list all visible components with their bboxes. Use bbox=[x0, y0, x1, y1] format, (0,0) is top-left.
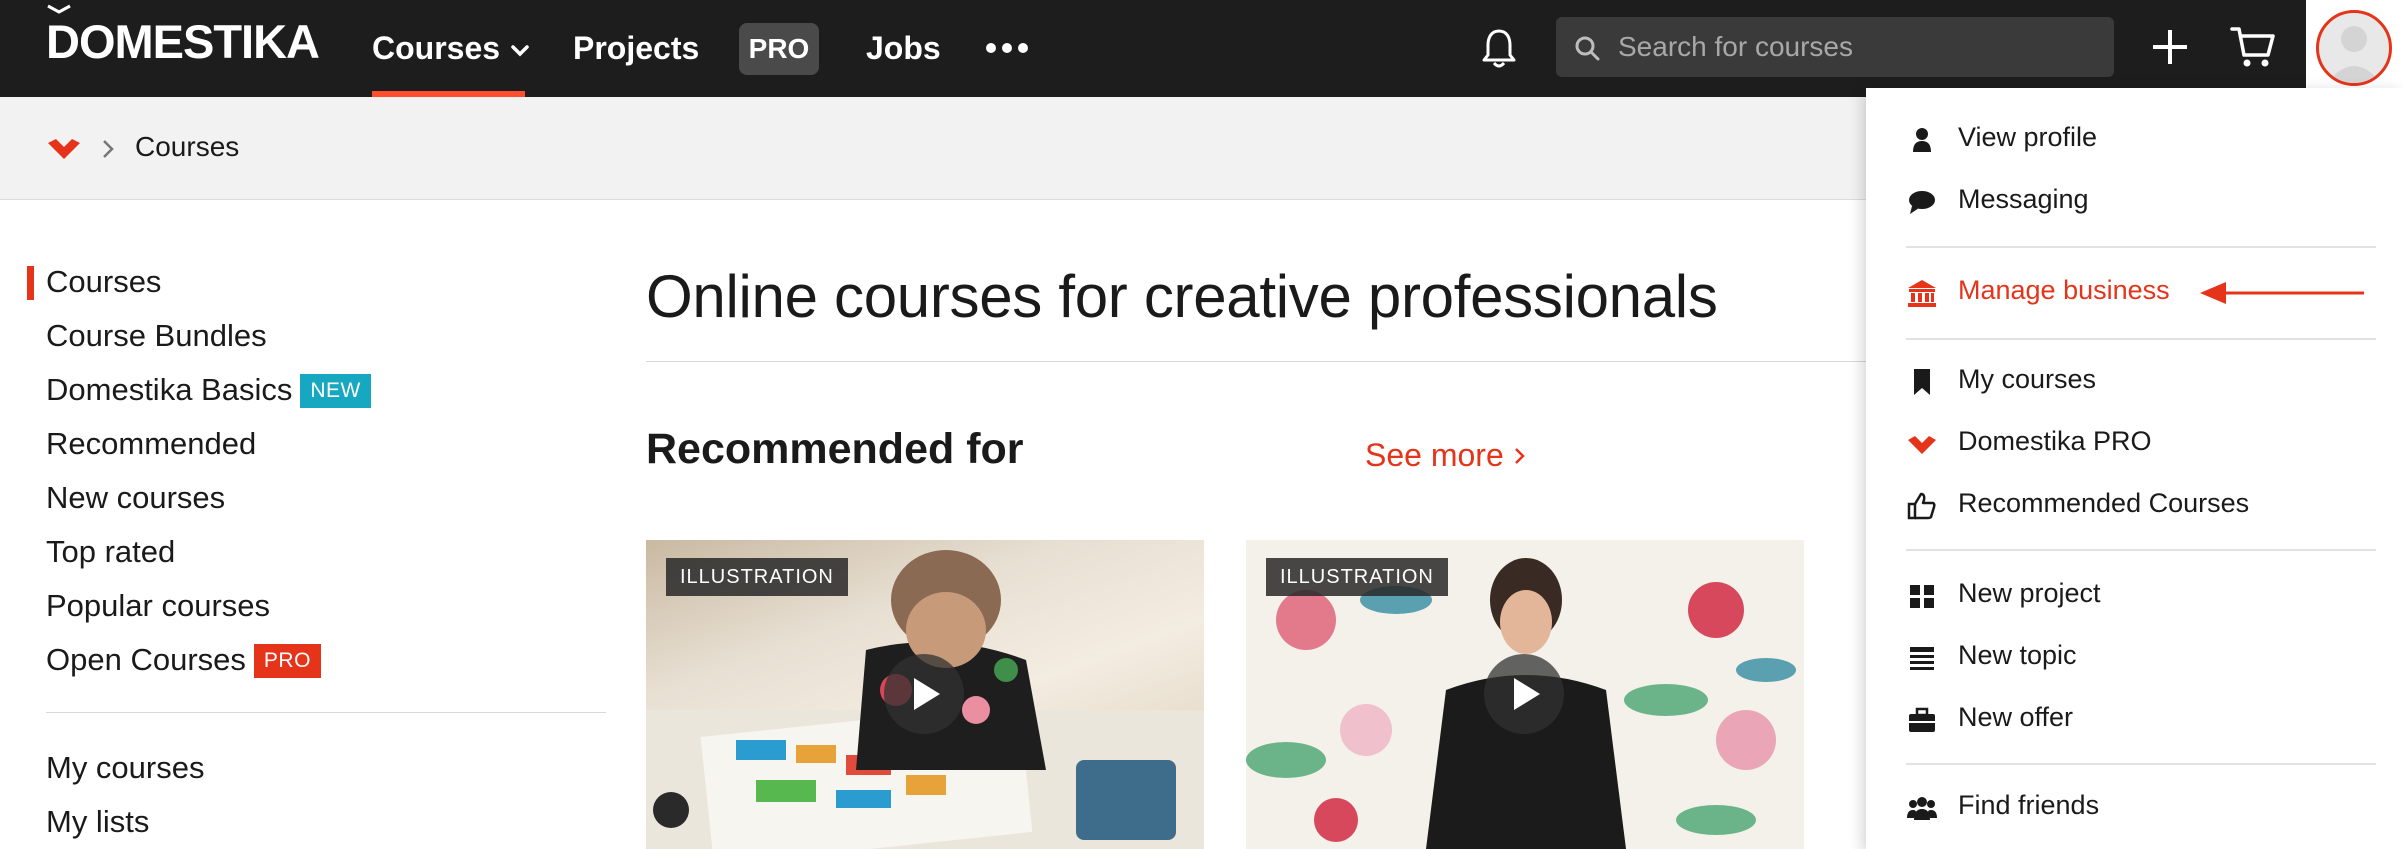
menu-item-label: Recommended Courses bbox=[1958, 488, 2250, 518]
search-bar[interactable] bbox=[1556, 17, 2114, 77]
menu-item-domestika-pro[interactable]: Domestika PRO bbox=[1866, 414, 2403, 474]
sidebar-item-my-courses[interactable]: My courses bbox=[46, 750, 204, 786]
sidebar-item-open-courses[interactable]: Open Courses PRO bbox=[46, 642, 321, 678]
topic-icon bbox=[1910, 647, 1934, 670]
menu-item-label: Manage business bbox=[1958, 275, 2170, 305]
user-icon bbox=[1913, 128, 1931, 152]
title-divider bbox=[646, 361, 1866, 362]
nav-jobs[interactable]: Jobs bbox=[866, 0, 941, 97]
breadcrumb-current[interactable]: Courses bbox=[135, 131, 239, 163]
play-button[interactable] bbox=[1484, 654, 1564, 734]
bank-icon bbox=[1908, 280, 1936, 307]
sidebar-item-courses[interactable]: Courses bbox=[46, 264, 161, 300]
nav-projects[interactable]: Projects bbox=[573, 0, 699, 97]
new-badge: NEW bbox=[300, 374, 371, 408]
logo-accent-icon bbox=[47, 4, 71, 14]
sidebar-item-my-lists[interactable]: My lists bbox=[46, 804, 149, 840]
page-title: Online courses for creative professional… bbox=[646, 263, 1718, 330]
sidebar-item-label: Open Courses bbox=[46, 642, 246, 677]
menu-item-label: Find friends bbox=[1958, 790, 2100, 820]
grid-icon bbox=[1910, 585, 1934, 608]
user-menu-trigger[interactable] bbox=[2306, 0, 2403, 97]
more-options-icon[interactable] bbox=[985, 40, 1029, 56]
menu-item-view-profile[interactable]: View profile bbox=[1866, 110, 2403, 170]
play-icon bbox=[914, 678, 940, 710]
see-more-link[interactable]: See more bbox=[1365, 437, 1526, 474]
users-icon bbox=[1907, 797, 1937, 820]
logo-text: DOMESTIKA bbox=[46, 15, 320, 68]
section-title: Recommended for bbox=[646, 425, 1024, 473]
category-tag: ILLUSTRATION bbox=[1266, 558, 1448, 596]
menu-item-new-project[interactable]: New project bbox=[1866, 566, 2403, 626]
search-input[interactable] bbox=[1618, 17, 2098, 77]
domestika-logo[interactable]: DOMESTIKA bbox=[46, 4, 320, 69]
nav-pro-button[interactable]: PRO bbox=[739, 23, 819, 75]
chevron-down-icon bbox=[511, 44, 529, 57]
menu-item-label: Messaging bbox=[1958, 184, 2089, 214]
shopping-cart-icon[interactable] bbox=[2230, 25, 2276, 69]
menu-item-new-topic[interactable]: New topic bbox=[1866, 628, 2403, 688]
menu-divider bbox=[1906, 246, 2376, 248]
menu-item-label: Domestika PRO bbox=[1958, 426, 2152, 456]
menu-item-label: New offer bbox=[1958, 702, 2074, 732]
menu-item-label: New project bbox=[1958, 578, 2101, 608]
menu-item-messaging[interactable]: Messaging bbox=[1866, 172, 2403, 232]
pro-badge: PRO bbox=[253, 644, 321, 678]
annotation-arrow-icon bbox=[2200, 282, 2364, 304]
menu-item-label: My courses bbox=[1958, 364, 2097, 394]
speech-bubble-icon bbox=[1909, 191, 1935, 214]
top-navigation-bar: DOMESTIKA Courses Projects PRO Jobs bbox=[0, 0, 2403, 97]
chevron-right-icon bbox=[1514, 448, 1525, 464]
menu-item-my-courses[interactable]: My courses bbox=[1866, 352, 2403, 412]
domestika-home-icon[interactable] bbox=[46, 137, 82, 161]
user-dropdown-menu: View profile Messaging Manage business M… bbox=[1866, 88, 2403, 849]
menu-item-find-friends[interactable]: Find friends bbox=[1866, 778, 2403, 838]
sidebar-item-top-rated[interactable]: Top rated bbox=[46, 534, 175, 570]
see-more-label: See more bbox=[1365, 437, 1504, 473]
play-icon bbox=[1514, 678, 1540, 710]
menu-item-label: New topic bbox=[1958, 640, 2077, 670]
course-card[interactable]: ILLUSTRATION bbox=[1246, 540, 1804, 849]
avatar[interactable] bbox=[2316, 10, 2392, 86]
sidebar-divider bbox=[46, 712, 606, 713]
search-icon bbox=[1575, 36, 1600, 61]
play-button[interactable] bbox=[884, 654, 964, 734]
menu-item-recommended-courses[interactable]: Recommended Courses bbox=[1866, 476, 2403, 536]
menu-divider bbox=[1906, 549, 2376, 551]
menu-item-label: View profile bbox=[1958, 122, 2098, 152]
menu-divider bbox=[1906, 763, 2376, 765]
sidebar-item-label: Domestika Basics bbox=[46, 372, 293, 407]
nav-courses[interactable]: Courses bbox=[372, 0, 530, 97]
nav-courses-label: Courses bbox=[372, 30, 501, 66]
bookmark-icon bbox=[1914, 369, 1930, 395]
avatar-placeholder-icon bbox=[2327, 26, 2381, 83]
briefcase-icon bbox=[1909, 707, 1935, 732]
notification-bell-icon[interactable] bbox=[1480, 27, 1518, 69]
domestika-logo-icon bbox=[1908, 436, 1936, 454]
course-card[interactable]: ILLUSTRATION bbox=[646, 540, 1204, 849]
sidebar-item-popular-courses[interactable]: Popular courses bbox=[46, 588, 270, 624]
sidebar-item-recommended[interactable]: Recommended bbox=[46, 426, 256, 462]
active-item-marker bbox=[27, 266, 34, 300]
menu-item-new-offer[interactable]: New offer bbox=[1866, 690, 2403, 750]
sidebar-item-domestika-basics[interactable]: Domestika Basics NEW bbox=[46, 372, 371, 408]
category-tag: ILLUSTRATION bbox=[666, 558, 848, 596]
sidebar-item-new-courses[interactable]: New courses bbox=[46, 480, 225, 516]
chevron-right-icon bbox=[103, 140, 114, 158]
plus-icon[interactable] bbox=[2150, 27, 2190, 67]
menu-divider bbox=[1906, 338, 2376, 340]
thumbs-up-icon bbox=[1907, 492, 1936, 520]
sidebar-item-course-bundles[interactable]: Course Bundles bbox=[46, 318, 267, 354]
